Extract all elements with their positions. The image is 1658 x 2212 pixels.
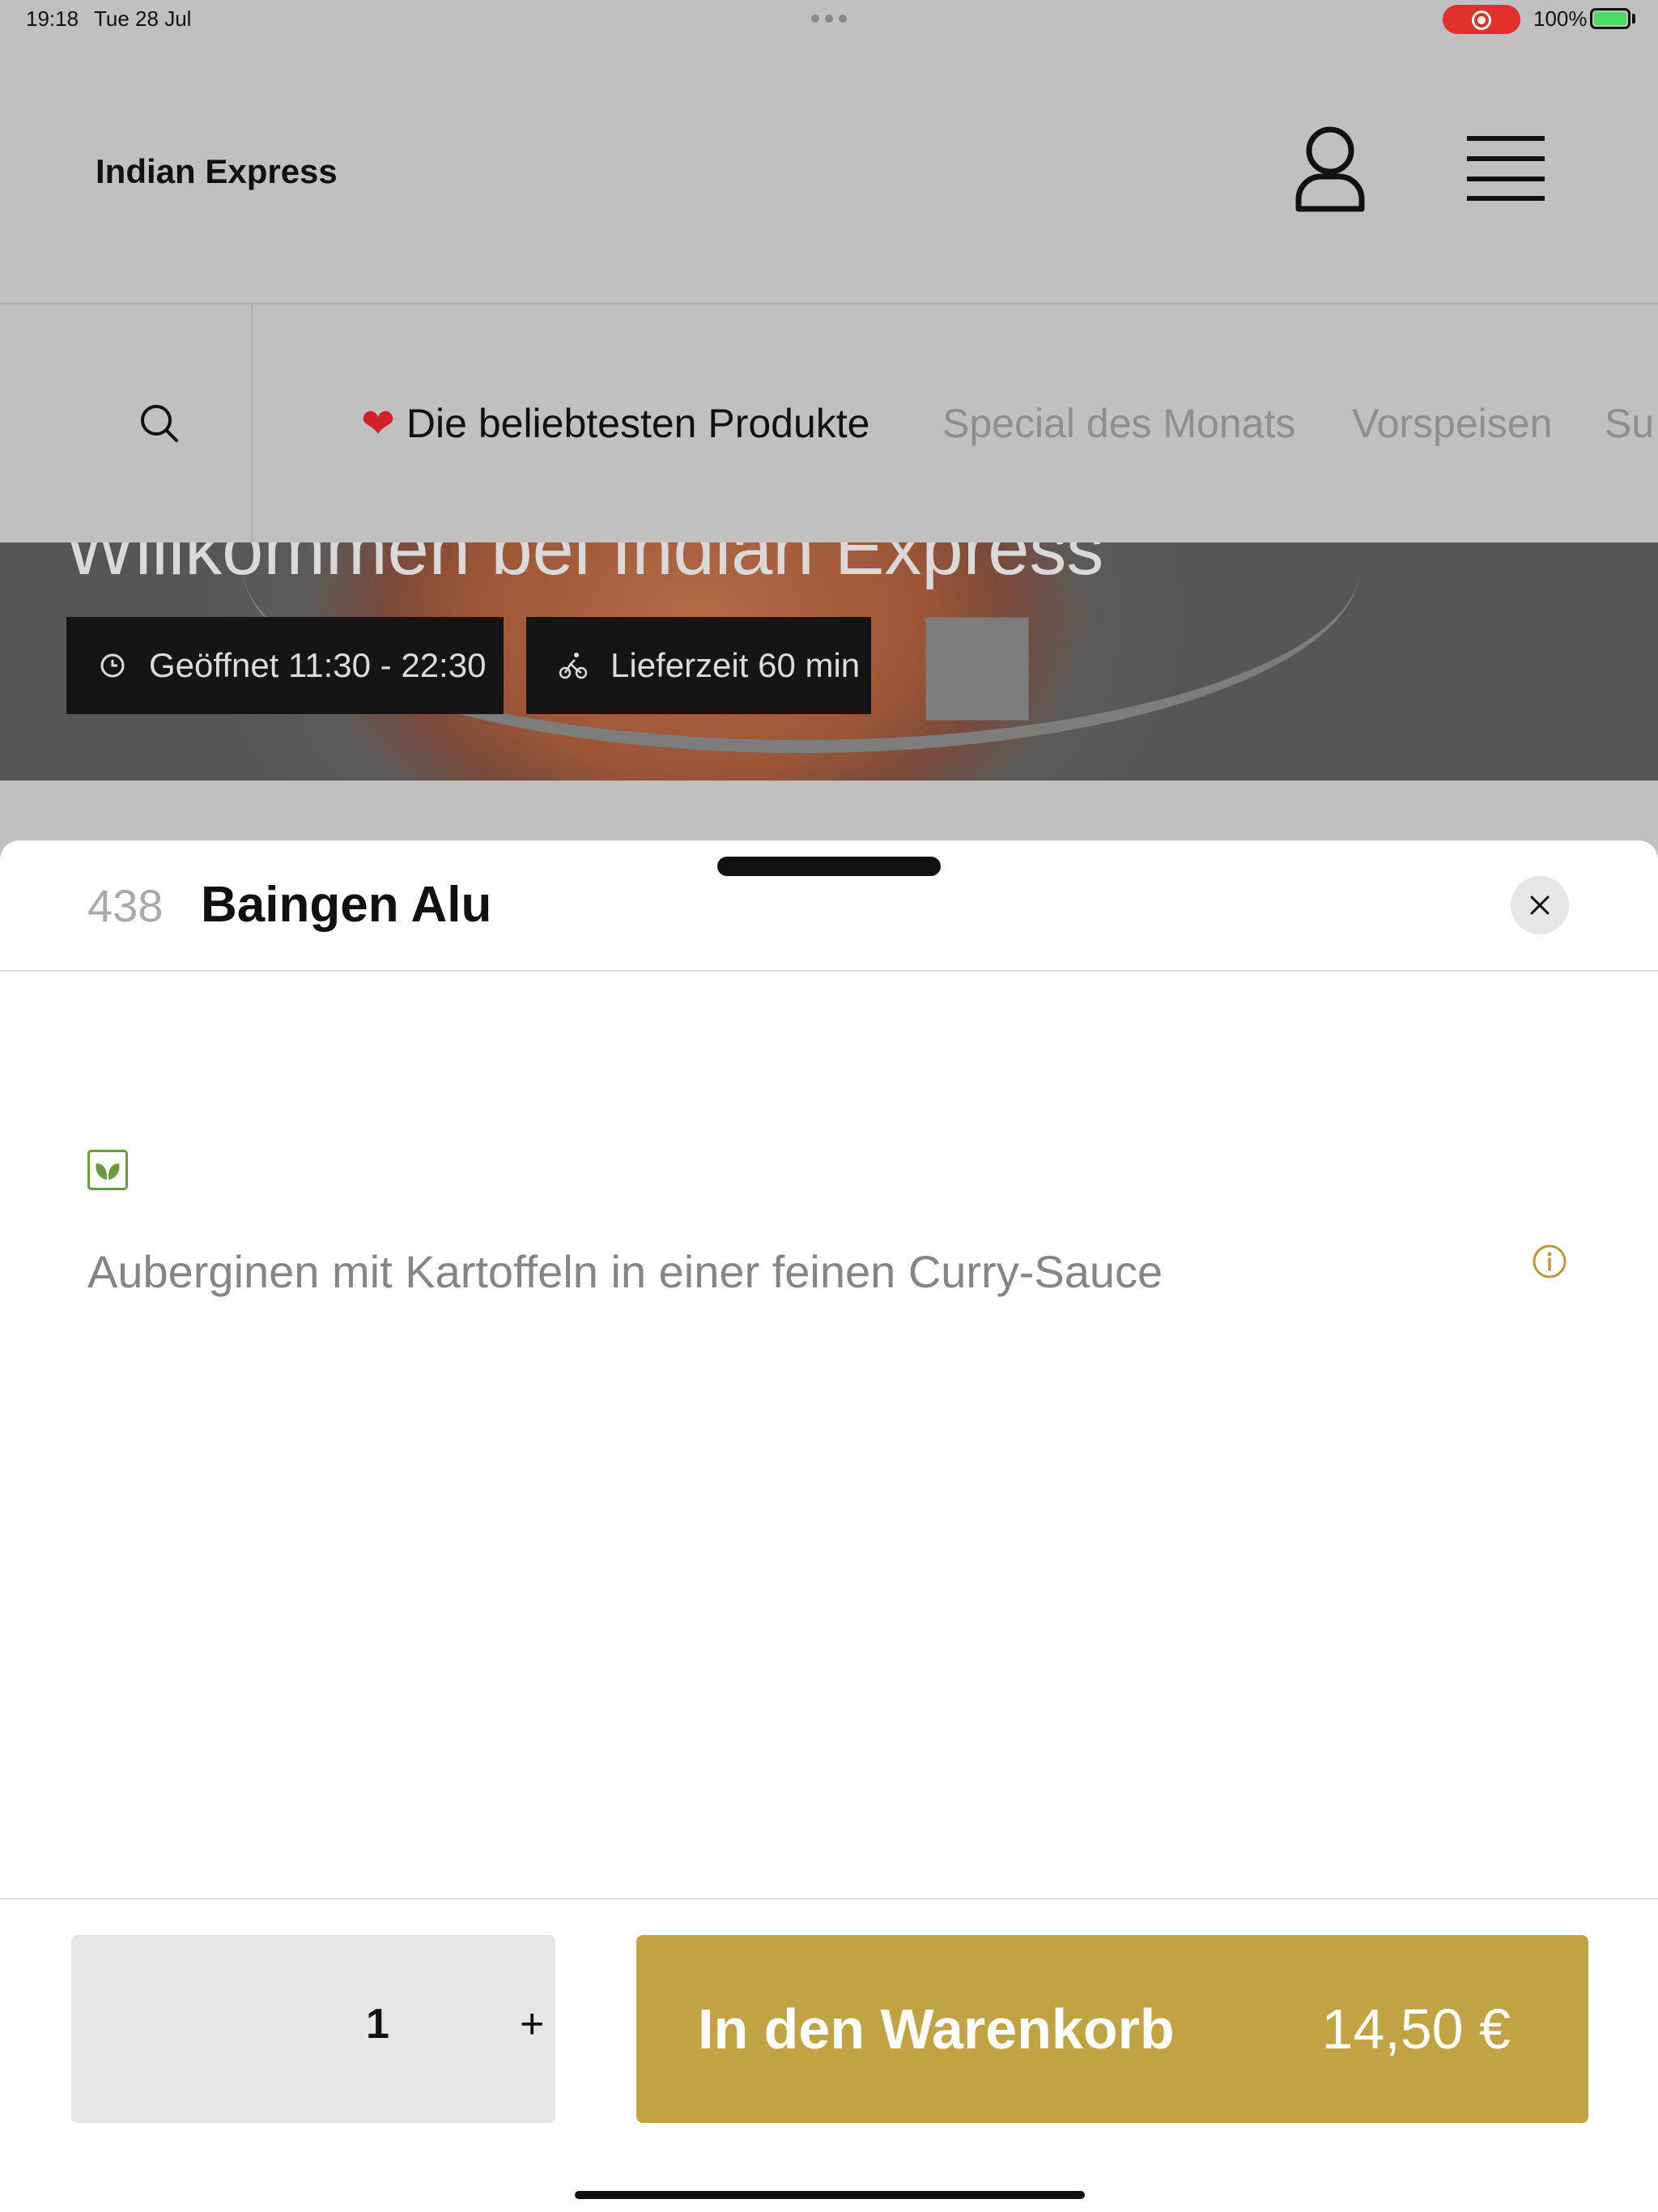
battery-nub [1632, 14, 1635, 23]
home-indicator[interactable] [575, 2191, 1085, 2199]
close-button[interactable] [1511, 876, 1569, 934]
vegetarian-leaf-icon [87, 1150, 128, 1190]
hero-title: Willkommen bei Indian Express [65, 542, 1104, 590]
tab-label: Die beliebtesten Produkte [406, 401, 870, 446]
search-button[interactable] [0, 304, 253, 542]
battery-icon [1590, 8, 1630, 29]
category-bar: ❤ Die beliebtesten Produkte Special des M… [0, 304, 1658, 542]
quantity-stepper: 1 + [71, 1935, 555, 2123]
tab-vorspeisen[interactable]: Vorspeisen [1352, 400, 1552, 447]
tab-special-des-monats[interactable]: Special des Monats [942, 400, 1295, 447]
sheet-header: 438 Baingen Alu [0, 840, 1658, 972]
item-number: 438 [87, 880, 164, 931]
brand-title[interactable]: Indian Express [96, 152, 338, 191]
backdrop-gap [0, 781, 1658, 842]
status-time: 19:18 [26, 6, 79, 31]
bicycle-icon [559, 653, 588, 679]
screen-recording-icon[interactable] [1443, 5, 1520, 34]
add-to-cart-button[interactable]: In den Warenkorb 14,50 € [636, 1935, 1588, 2123]
header: Indian Express [0, 39, 1658, 304]
product-sheet: 438 Baingen Alu Auberginen mit Kartoffel… [0, 840, 1658, 2212]
user-icon[interactable] [1294, 125, 1367, 214]
delivery-time-badge: Lieferzeit 60 min [526, 617, 871, 714]
item-price: 14,50 € [1321, 1997, 1511, 2061]
increase-quantity-button[interactable]: + [520, 2000, 544, 2048]
multitasking-dots-icon[interactable] [811, 15, 847, 23]
item-name: Baingen Alu [201, 877, 492, 933]
tab-popular-products[interactable]: ❤ Die beliebtesten Produkte [361, 400, 870, 447]
hero-banner: Willkommen bei Indian Express Geöffnet 1… [0, 542, 1658, 781]
menu-icon[interactable] [1465, 134, 1546, 202]
search-icon[interactable] [139, 403, 180, 444]
tab-suppen[interactable]: Su [1605, 400, 1654, 447]
battery-percentage: 100% [1533, 6, 1588, 31]
opening-hours-text: Geöffnet 11:30 - 22:30 [149, 646, 487, 684]
quantity-value: 1 [366, 2001, 389, 2048]
close-icon [1530, 895, 1550, 915]
status-date: Tue 28 Jul [94, 6, 192, 31]
delivery-time-text: Lieferzeit 60 min [610, 646, 861, 684]
sheet-footer: 1 + In den Warenkorb 14,50 € [0, 1898, 1658, 2212]
sheet-grabber[interactable] [717, 857, 941, 876]
heart-icon: ❤ [361, 401, 395, 446]
add-to-cart-label: In den Warenkorb [698, 1997, 1175, 2061]
item-description: Auberginen mit Kartoffeln in einer feine… [87, 1246, 1163, 1297]
opening-hours-badge: Geöffnet 11:30 - 22:30 [66, 617, 504, 714]
status-bar: 19:18 Tue 28 Jul 100% [0, 0, 1658, 39]
clock-icon [100, 653, 125, 678]
info-icon[interactable] [1532, 1244, 1567, 1279]
